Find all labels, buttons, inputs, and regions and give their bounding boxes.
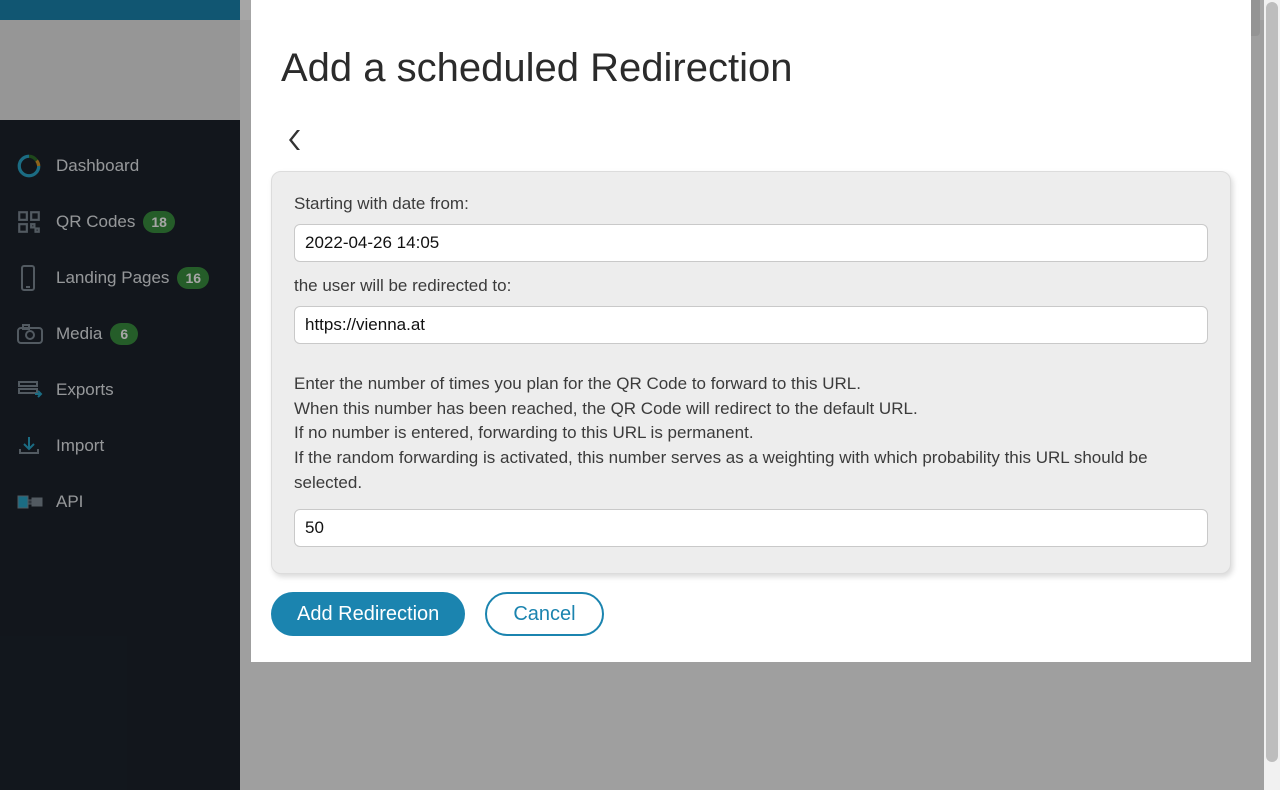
url-label: the user will be redirected to: bbox=[294, 276, 1208, 296]
modal-title: Add a scheduled Redirection bbox=[281, 46, 1221, 91]
add-redirection-button[interactable]: Add Redirection bbox=[271, 592, 465, 636]
count-help-line: Enter the number of times you plan for t… bbox=[294, 372, 1208, 397]
app-root: Dashboard QR Codes 18 Landing Pages 16 bbox=[0, 0, 1280, 790]
count-help-line: When this number has been reached, the Q… bbox=[294, 397, 1208, 422]
date-label: Starting with date from: bbox=[294, 194, 1208, 214]
count-help-line: If the random forwarding is activated, t… bbox=[294, 446, 1208, 495]
redirection-form-card: Starting with date from: the user will b… bbox=[271, 171, 1231, 574]
cancel-button[interactable]: Cancel bbox=[485, 592, 603, 636]
scrollbar-thumb[interactable] bbox=[1266, 2, 1278, 762]
date-input[interactable] bbox=[294, 224, 1208, 262]
vertical-scrollbar[interactable] bbox=[1264, 0, 1280, 790]
chevron-left-icon bbox=[286, 126, 306, 154]
count-input[interactable] bbox=[294, 509, 1208, 547]
count-help-text: Enter the number of times you plan for t… bbox=[294, 372, 1208, 495]
url-input[interactable] bbox=[294, 306, 1208, 344]
modal-add-redirection: Add a scheduled Redirection Starting wit… bbox=[251, 0, 1251, 662]
modal-actions: Add Redirection Cancel bbox=[251, 574, 1251, 662]
back-button[interactable] bbox=[281, 125, 311, 155]
count-help-line: If no number is entered, forwarding to t… bbox=[294, 421, 1208, 446]
